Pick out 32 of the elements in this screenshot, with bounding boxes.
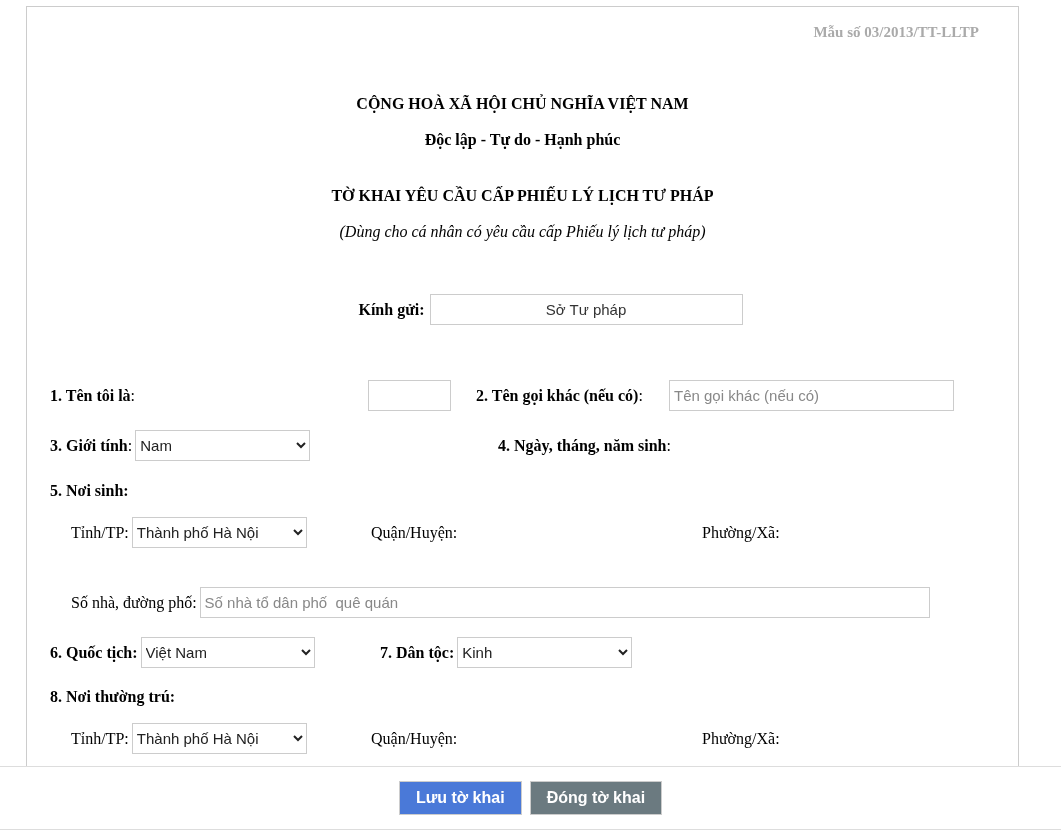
field-label: 4. Ngày, tháng, năm sinh: [498,435,671,456]
field-label: 1. Tên tôi là: [50,386,136,404]
alias-field[interactable]: Tên gọi khác (nếu có) [669,380,954,411]
recipient-field[interactable]: Sở Tư pháp [429,294,743,325]
field-label: 8. Nơi thường trú: [50,687,176,707]
field-label: 5. Nơi sinh: [50,481,129,501]
nation-title: CỘNG HOÀ XÃ HỘI CHỦ NGHĨA VIỆT NAM [356,94,689,114]
dropdown[interactable]: Việt Nam [140,637,315,668]
form-subtitle: (Dùng cho cá nhân có yêu cầu cấp Phiếu lý lịch tư pháp) [339,222,706,242]
save-button[interactable]: Lưu tờ khai [398,781,522,815]
field-label: Quận/Huyện: [371,729,458,747]
field-label: Kính gửi: [358,299,425,320]
dropdown[interactable]: Nam [135,430,311,461]
form-title: TỜ KHAI YÊU CẦU CẤP PHIẾU LÝ LỊCH TƯ PHÁP [331,186,714,206]
field-label: 3. Giới tính: [50,435,133,456]
field-label: Số nhà, đường phố: [71,592,197,613]
field-label: 6. Quốc tịch: [50,642,138,663]
field-label: Quận/Huyện: [371,523,458,541]
motto: Độc lập - Tự do - Hạnh phúc [424,130,621,150]
close-button[interactable]: Đóng tờ khai [529,781,663,815]
street-field[interactable]: Số nhà tổ dân phố quê quán [199,587,930,618]
dropdown[interactable]: Kinh [457,637,633,668]
field-label: Tỉnh/TP: [71,522,129,543]
name-field[interactable] [368,380,451,411]
form-number: Mẫu số 03/2013/TT-LLTP [813,23,979,42]
field-label: 7. Dân tộc: [380,642,455,663]
field-label: Phường/Xã: [702,728,780,749]
dropdown[interactable]: Thành phố Hà Nội [131,517,307,548]
dropdown[interactable]: Thành phố Hà Nội [131,723,307,754]
field-label: Tỉnh/TP: [71,728,129,749]
field-label: 2. Tên gọi khác (nếu có): [476,386,643,404]
field-label: Phường/Xã: [702,522,780,543]
